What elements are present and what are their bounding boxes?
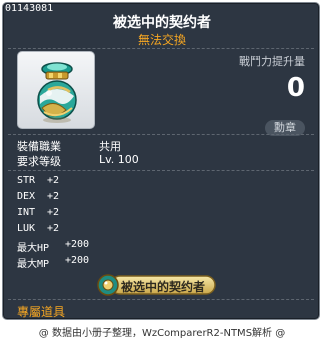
stat-value: +2 [47, 175, 60, 186]
stat-value: +2 [47, 191, 60, 202]
stat-label: 最大MP [17, 259, 50, 270]
item-tooltip: 01143081 被选中的契约者 無法交換 戰鬥力提升量 0 勳章 裝備職業 共… [2, 2, 320, 320]
requirement-label: 裝備職業 [17, 140, 61, 153]
stat-value: +2 [47, 223, 60, 234]
requirement-value: 共用 [99, 140, 121, 153]
stat-row: INT +2 [17, 207, 137, 220]
requirement-value: Lv. 100 [99, 153, 139, 166]
power-label: 戰鬥力提升量 [239, 55, 305, 68]
stat-value: +2 [47, 207, 60, 218]
orb-jar-icon [37, 62, 77, 123]
item-name: 被选中的契约者 [113, 15, 211, 31]
requirement-label: 要求等级 [17, 155, 61, 168]
medal-banner: 被选中的契约者 [95, 274, 219, 296]
requirement-job: 裝備職業 共用 [17, 138, 237, 153]
stat-row: DEX +2 [17, 191, 137, 204]
stat-value: +200 [65, 255, 90, 266]
requirement-level: 要求等级 Lv. 100 [17, 153, 237, 168]
divider [8, 299, 314, 300]
stat-row: 最大HP +200 [17, 239, 137, 254]
stat-row: 最大MP +200 [17, 255, 137, 270]
divider [8, 170, 314, 171]
divider [8, 134, 314, 135]
stat-row: STR +2 [17, 175, 137, 188]
footer-credit: @ 数据由小册子整理，WzComparerR2-NTMS解析 @ [38, 328, 286, 339]
stat-label: 最大HP [17, 243, 50, 254]
divider [8, 48, 314, 49]
stat-value: +200 [65, 239, 90, 250]
stat-row: LUK +2 [17, 223, 137, 236]
trade-status: 無法交換 [137, 33, 186, 47]
item-icon-frame [17, 51, 95, 129]
medal-banner-text: 被选中的契约者 [121, 280, 206, 294]
power-value: 0 [286, 73, 305, 103]
exclusive-label: 專屬道具 [17, 305, 66, 319]
